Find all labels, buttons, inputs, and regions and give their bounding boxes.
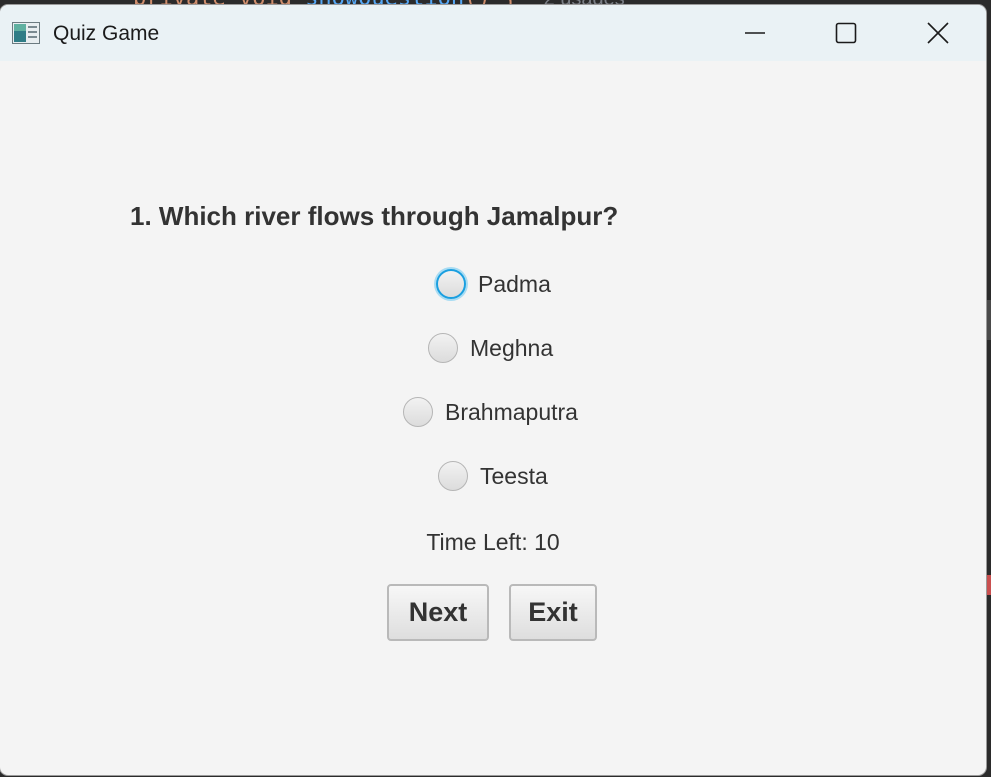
close-icon bbox=[927, 22, 949, 44]
radio-button-icon[interactable] bbox=[428, 333, 458, 363]
radio-button-icon[interactable] bbox=[436, 269, 466, 299]
background-scrollbar bbox=[986, 300, 991, 340]
minimize-button[interactable] bbox=[709, 5, 801, 61]
option-label: Padma bbox=[478, 270, 551, 297]
time-left-label: Time Left: 10 bbox=[426, 529, 560, 555]
option-label: Meghna bbox=[470, 334, 554, 361]
next-button[interactable]: Next bbox=[387, 584, 489, 641]
option-label: Teesta bbox=[480, 462, 548, 489]
minimize-icon bbox=[745, 32, 765, 34]
question-text: 1. Which river flows through Jamalpur? bbox=[130, 201, 619, 231]
radio-button-icon[interactable] bbox=[403, 397, 433, 427]
quiz-content: 1. Which river flows through Jamalpur? P… bbox=[0, 61, 986, 775]
window-title: Quiz Game bbox=[53, 22, 160, 45]
radio-button-icon[interactable] bbox=[438, 461, 468, 491]
quiz-window: Quiz Game 1. Which river flows through J… bbox=[0, 5, 986, 775]
title-bar[interactable]: Quiz Game bbox=[0, 5, 986, 61]
option-label: Brahmaputra bbox=[445, 398, 578, 425]
app-window-icon bbox=[12, 22, 40, 44]
close-button[interactable] bbox=[892, 5, 984, 61]
maximize-icon bbox=[835, 22, 857, 44]
option-teesta[interactable]: Teesta bbox=[438, 461, 548, 491]
exit-button[interactable]: Exit bbox=[509, 584, 597, 641]
option-brahmaputra[interactable]: Brahmaputra bbox=[403, 397, 578, 427]
background-error-marker bbox=[987, 575, 991, 595]
maximize-button[interactable] bbox=[800, 5, 892, 61]
option-meghna[interactable]: Meghna bbox=[428, 333, 553, 363]
option-padma[interactable]: Padma bbox=[436, 269, 551, 299]
